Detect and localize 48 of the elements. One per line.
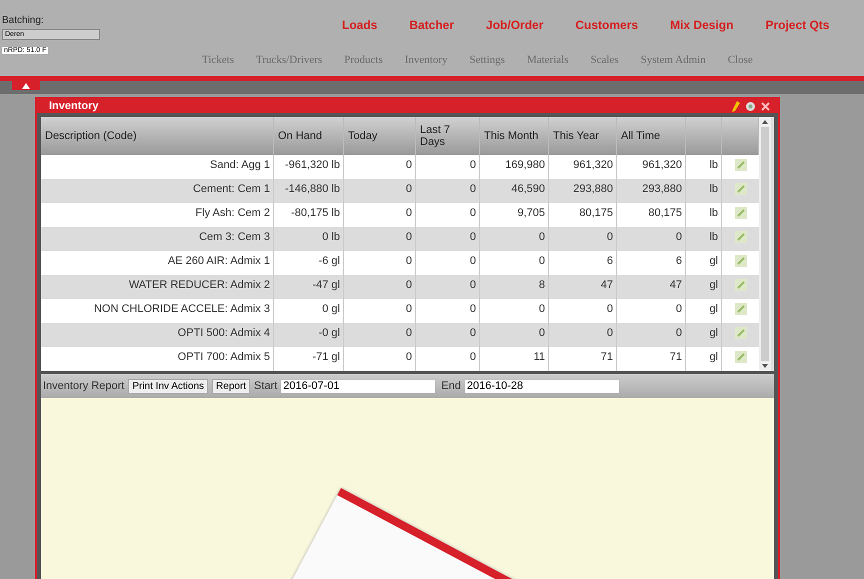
table-cell: gl — [686, 347, 722, 371]
table-cell: 0 — [344, 347, 416, 371]
edit-icon[interactable] — [734, 327, 746, 339]
edit-icon[interactable] — [734, 159, 746, 171]
edit-icon[interactable] — [734, 303, 746, 315]
nav-link[interactable]: Close — [728, 54, 753, 66]
nav-link[interactable]: Batcher — [409, 18, 454, 32]
edit-icon[interactable] — [734, 207, 746, 219]
table-cell: 71 — [617, 347, 686, 371]
nav-link[interactable]: Tickets — [202, 54, 234, 66]
table-cell: 0 — [416, 347, 480, 371]
nav-link[interactable]: Project Qts — [765, 18, 830, 32]
start-label: Start — [254, 380, 278, 392]
end-date-field[interactable]: 2016-10-28 — [464, 380, 619, 392]
report-label: Inventory Report — [43, 380, 124, 392]
report-button[interactable]: Report — [212, 378, 250, 394]
collapse-tab[interactable] — [12, 81, 40, 90]
nav-link[interactable]: Customers — [575, 18, 638, 32]
edit-icon[interactable] — [734, 255, 746, 267]
nav-link[interactable]: System Admin — [640, 54, 706, 66]
nav-link[interactable]: Settings — [469, 54, 505, 66]
table-cell: 71 — [549, 347, 617, 371]
nav-link[interactable]: Scales — [590, 54, 619, 66]
table-cell: -71 gl — [274, 347, 344, 371]
end-label: End — [441, 380, 461, 392]
report-button[interactable]: Print Inv Actions — [128, 378, 208, 394]
edit-icon[interactable] — [734, 351, 746, 363]
nav-link[interactable]: Job/Order — [486, 18, 544, 32]
table-cell: OPTI 700: Admix 5 — [41, 347, 274, 371]
panel-title: Inventory — [49, 100, 99, 112]
batching-label: Batching: — [2, 15, 44, 26]
close-icon[interactable] — [761, 102, 770, 110]
table-cell: 11 — [480, 347, 549, 371]
edit-icon[interactable] — [734, 279, 746, 291]
nav-link[interactable]: Inventory — [404, 54, 448, 66]
edit-icon[interactable] — [734, 231, 746, 243]
scroll-down-icon[interactable] — [762, 364, 768, 368]
scrollbar[interactable] — [759, 117, 771, 371]
nav-link[interactable]: Loads — [342, 18, 378, 32]
nav-link[interactable]: Products — [344, 54, 383, 66]
nav-link[interactable]: Materials — [526, 54, 568, 66]
nav-link[interactable]: Mix Design — [670, 18, 734, 32]
settings-icon[interactable] — [745, 100, 756, 112]
edit-icon[interactable] — [734, 183, 746, 195]
nav-link[interactable]: Trucks/Drivers — [256, 54, 322, 66]
scroll-up-icon[interactable] — [762, 120, 768, 124]
start-date-field[interactable]: 2016-07-01 — [281, 380, 436, 392]
pencil-icon[interactable] — [732, 100, 740, 112]
